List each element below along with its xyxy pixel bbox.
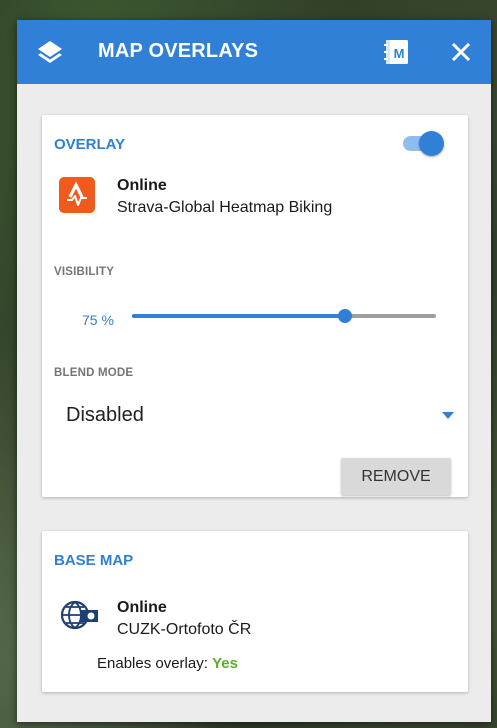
overlay-card: OVERLAY Online Strava-Global Heatmap Bik…: [42, 115, 468, 497]
panel-title: MAP OVERLAYS: [98, 40, 259, 62]
slider-fill: [132, 314, 345, 318]
overlay-source[interactable]: Online Strava-Global Heatmap Biking: [54, 177, 454, 217]
visibility-label: VISIBILITY: [54, 266, 115, 278]
overlay-enabled-toggle[interactable]: [399, 128, 445, 158]
base-map-source-type: Online: [117, 599, 167, 616]
blend-mode-value: Disabled: [66, 404, 144, 426]
dropdown-arrow-icon: [442, 412, 454, 419]
close-icon[interactable]: [449, 40, 473, 64]
overlay-section-title: OVERLAY: [54, 136, 126, 153]
enables-overlay-label: Enables overlay:: [97, 655, 208, 672]
base-map-section-title: BASE MAP: [54, 552, 134, 569]
enables-overlay-value: Yes: [212, 655, 238, 672]
blend-mode-dropdown[interactable]: Disabled: [54, 398, 458, 434]
panel-header: MAP OVERLAYS M: [17, 20, 491, 84]
cuzk-globe-icon: [60, 600, 98, 630]
blend-mode-label: BLEND MODE: [54, 367, 134, 379]
strava-icon: [59, 177, 95, 213]
slider-knob[interactable]: [337, 309, 352, 323]
enables-overlay-row: Enables overlay: Yes: [97, 655, 238, 672]
base-map-source-name: CUZK-Ortofoto ČR: [117, 621, 252, 638]
visibility-slider[interactable]: [132, 305, 436, 327]
toggle-thumb: [419, 131, 444, 156]
map-book-badge: M: [394, 46, 405, 61]
remove-button[interactable]: REMOVE: [341, 458, 451, 495]
base-map-card: BASE MAP Online CUZK-Ortofoto ČR Enables…: [42, 531, 468, 692]
overlay-source-name: Strava-Global Heatmap Biking: [117, 199, 333, 216]
map-book-icon[interactable]: M: [382, 37, 412, 67]
visibility-value: 75 %: [82, 312, 114, 328]
map-overlays-panel: MAP OVERLAYS M OVERLAY Online Strava-Glo…: [17, 20, 491, 722]
overlay-source-type: Online: [117, 177, 167, 194]
layers-icon[interactable]: [36, 38, 64, 66]
